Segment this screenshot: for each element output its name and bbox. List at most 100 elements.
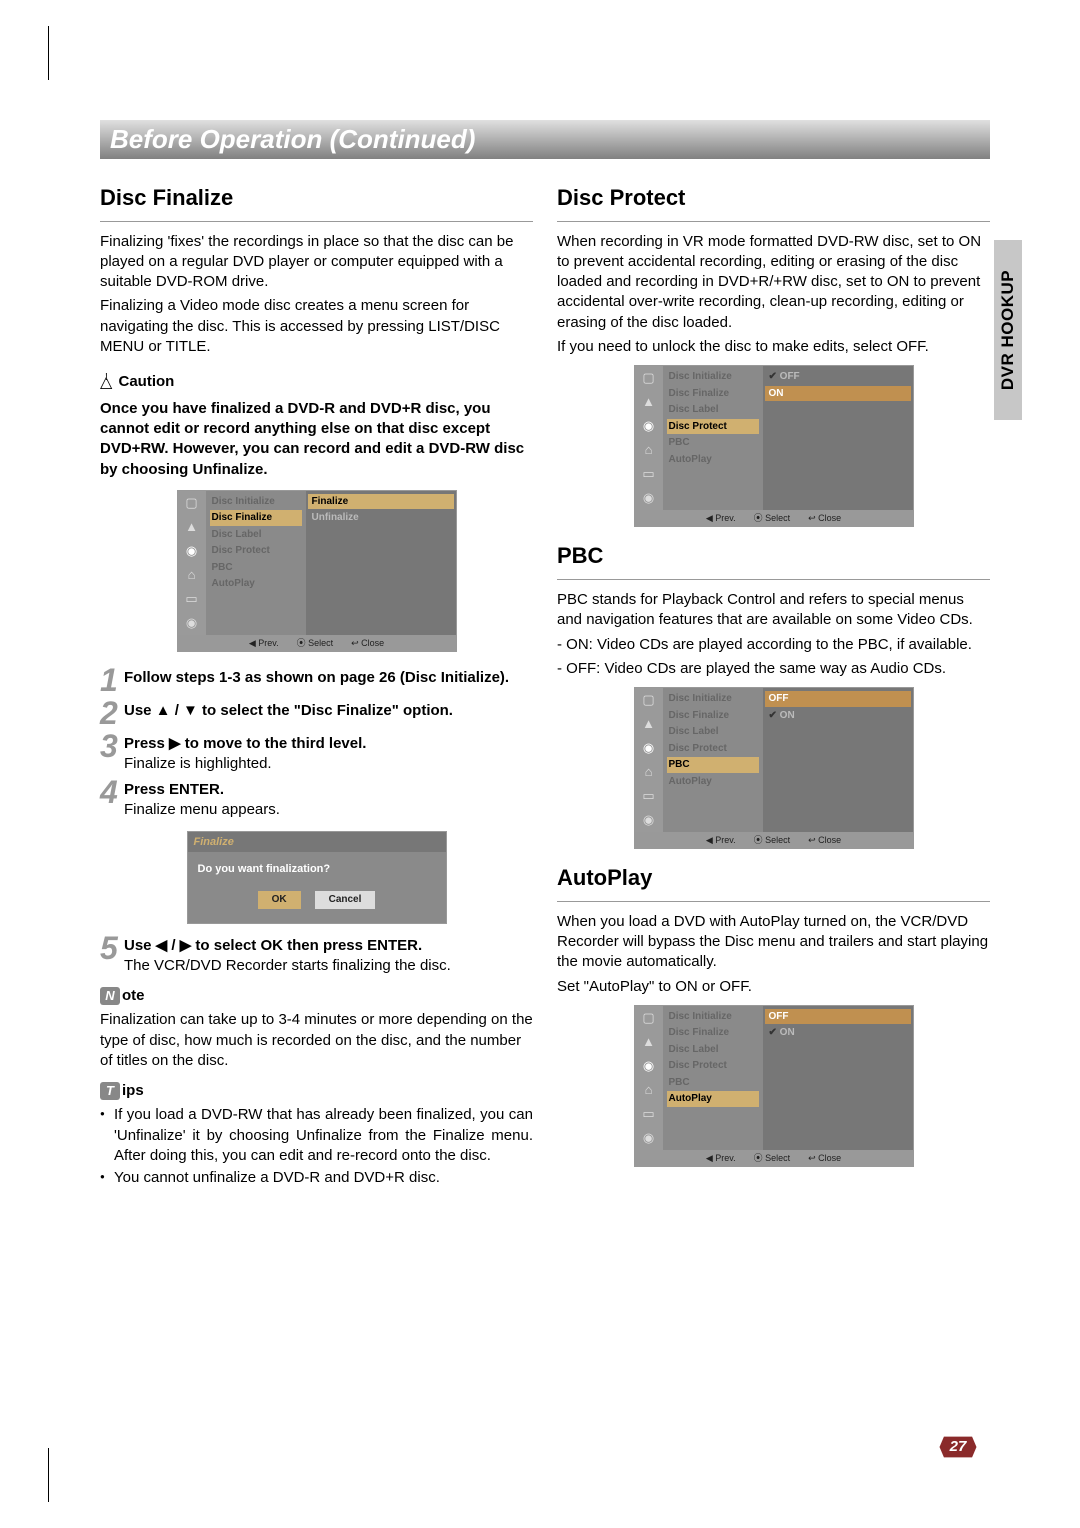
list-item: - ON: Video CDs are played according to … — [557, 635, 990, 655]
osd-icon: ▲ — [641, 394, 657, 410]
osd-icon: ⌂ — [641, 1082, 657, 1098]
osd-close: ↩ Close — [808, 512, 841, 524]
left-column: Disc Finalize Finalizing 'fixes' the rec… — [100, 177, 533, 1190]
osd-menu-pbc: ▢ ▲ ◉ ⌂ ▭ ◉ Disc Initialize Disc Finaliz… — [634, 687, 914, 849]
osd-options: OFF ON — [763, 688, 913, 832]
osd-icon: ▢ — [641, 370, 657, 386]
divider — [557, 221, 990, 222]
osd-items: Disc Initialize Disc Finalize Disc Label… — [663, 688, 763, 832]
step-body: Use ▲ / ▼ to select the "Disc Finalize" … — [124, 699, 533, 721]
caution-icon — [100, 371, 114, 393]
osd-item: Disc Initialize — [669, 1010, 757, 1024]
step-number: 3 — [100, 732, 124, 761]
osd-items: Disc Initialize Disc Finalize Disc Label… — [663, 366, 763, 510]
section-title-autoplay: AutoPlay — [557, 863, 990, 893]
osd-item: Disc Protect — [669, 1059, 757, 1073]
osd-item: Disc Finalize — [669, 1026, 757, 1040]
note-suffix: ote — [122, 986, 145, 1006]
dialog-finalize: Finalize Do you want finalization? OK Ca… — [187, 831, 447, 924]
paragraph: When you load a DVD with AutoPlay turned… — [557, 912, 990, 973]
right-column: Disc Protect When recording in VR mode f… — [557, 177, 990, 1190]
tip-item: You cannot unfinalize a DVD-R and DVD+R … — [100, 1168, 533, 1188]
divider — [557, 901, 990, 902]
osd-icon: ▲ — [641, 716, 657, 732]
osd-select: ⦿ Select — [754, 834, 791, 846]
tips-label: T ips — [100, 1081, 533, 1101]
osd-icon: ◉ — [184, 543, 200, 559]
osd-option: ON — [769, 709, 907, 723]
osd-close: ↩ Close — [351, 637, 384, 649]
list-item: - OFF: Video CDs are played the same way… — [557, 659, 990, 679]
osd-icon: ◉ — [641, 1130, 657, 1146]
osd-icon: ▢ — [641, 692, 657, 708]
dialog-ok-button: OK — [258, 891, 301, 909]
paragraph: When recording in VR mode formatted DVD-… — [557, 232, 990, 333]
osd-footer: ◀ Prev. ⦿ Select ↩ Close — [635, 510, 913, 526]
osd-icon: ▭ — [641, 1106, 657, 1122]
osd-item-selected: Disc Protect — [667, 419, 759, 435]
paragraph: PBC stands for Playback Control and refe… — [557, 590, 990, 631]
step-text: Press ▶ to move to the third level. — [124, 735, 366, 752]
osd-select: ⦿ Select — [297, 637, 334, 649]
osd-option: ON — [769, 1026, 907, 1040]
osd-item: AutoPlay — [212, 577, 300, 591]
paragraph: Set "AutoPlay" to ON or OFF. — [557, 977, 990, 997]
step-4: 4 Press ENTER.Finalize menu appears. — [100, 778, 533, 821]
step-sub: Finalize is highlighted. — [124, 755, 272, 772]
osd-item: AutoPlay — [669, 453, 757, 467]
osd-body: ▢ ▲ ◉ ⌂ ▭ ◉ Disc Initialize Disc Finaliz… — [635, 1006, 913, 1150]
osd-item: Disc Protect — [212, 544, 300, 558]
tips-suffix: ips — [122, 1081, 144, 1101]
osd-items: Disc Initialize Disc Finalize Disc Label… — [663, 1006, 763, 1150]
osd-icon: ▢ — [641, 1010, 657, 1026]
osd-item-selected: Disc Finalize — [210, 510, 302, 526]
dialog-body: Do you want finalization? OK Cancel — [188, 852, 446, 922]
note-text: Finalization can take up to 3-4 minutes … — [100, 1010, 533, 1071]
caution-text: Once you have finalized a DVD-R and DVD+… — [100, 399, 533, 480]
osd-item: PBC — [669, 1076, 757, 1090]
osd-footer: ◀ Prev. ⦿ Select ↩ Close — [178, 635, 456, 651]
osd-close: ↩ Close — [808, 834, 841, 846]
osd-body: ▢ ▲ ◉ ⌂ ▭ ◉ Disc Initialize Disc Finaliz… — [178, 491, 456, 635]
tip-item: If you load a DVD-RW that has already be… — [100, 1105, 533, 1166]
osd-icon: ▭ — [641, 466, 657, 482]
step-1: 1 Follow steps 1-3 as shown on page 26 (… — [100, 666, 533, 695]
paragraph: Finalizing 'fixes' the recordings in pla… — [100, 232, 533, 293]
osd-item: Disc Label — [669, 1043, 757, 1057]
osd-prev: ◀ Prev. — [249, 637, 279, 649]
osd-menu-protect: ▢ ▲ ◉ ⌂ ▭ ◉ Disc Initialize Disc Finaliz… — [634, 365, 914, 527]
osd-icon-col: ▢ ▲ ◉ ⌂ ▭ ◉ — [178, 491, 206, 635]
step-text: Press ENTER. — [124, 781, 224, 798]
dialog-buttons: OK Cancel — [198, 891, 436, 909]
osd-menu-autoplay: ▢ ▲ ◉ ⌂ ▭ ◉ Disc Initialize Disc Finaliz… — [634, 1005, 914, 1167]
osd-body: ▢ ▲ ◉ ⌂ ▭ ◉ Disc Initialize Disc Finaliz… — [635, 688, 913, 832]
osd-list: Disc Initialize Disc Finalize Disc Label… — [663, 366, 913, 510]
osd-prev: ◀ Prev. — [706, 1152, 736, 1164]
divider — [557, 579, 990, 580]
osd-icon: ⌂ — [641, 764, 657, 780]
step-5: 5 Use ◀ / ▶ to select OK then press ENTE… — [100, 934, 533, 977]
osd-icon: ◉ — [641, 740, 657, 756]
osd-icon: ▲ — [184, 519, 200, 535]
osd-prev: ◀ Prev. — [706, 512, 736, 524]
osd-icon: ▭ — [641, 788, 657, 804]
osd-item-selected: AutoPlay — [667, 1091, 759, 1107]
step-number: 1 — [100, 666, 124, 695]
osd-icon-col: ▢ ▲ ◉ ⌂ ▭ ◉ — [635, 1006, 663, 1150]
osd-icon-col: ▢ ▲ ◉ ⌂ ▭ ◉ — [635, 366, 663, 510]
opt-label: ON — [780, 1027, 795, 1038]
crop-mark-bottom-left — [48, 1448, 88, 1488]
step-sub: Finalize menu appears. — [124, 801, 280, 818]
osd-option-highlight: OFF — [765, 1009, 911, 1025]
osd-icon: ▲ — [641, 1034, 657, 1050]
dialog-title: Finalize — [188, 832, 446, 853]
osd-footer: ◀ Prev. ⦿ Select ↩ Close — [635, 1150, 913, 1166]
osd-menu-finalize: ▢ ▲ ◉ ⌂ ▭ ◉ Disc Initialize Disc Finaliz… — [177, 490, 457, 652]
note-icon: N — [100, 987, 120, 1005]
osd-item: Disc Label — [212, 528, 300, 542]
section-title-pbc: PBC — [557, 541, 990, 571]
osd-select: ⦿ Select — [754, 1152, 791, 1164]
page: Before Operation (Continued) Disc Finali… — [0, 0, 1080, 1250]
dialog-cancel-button: Cancel — [315, 891, 376, 909]
osd-option-highlight: OFF — [765, 691, 911, 707]
